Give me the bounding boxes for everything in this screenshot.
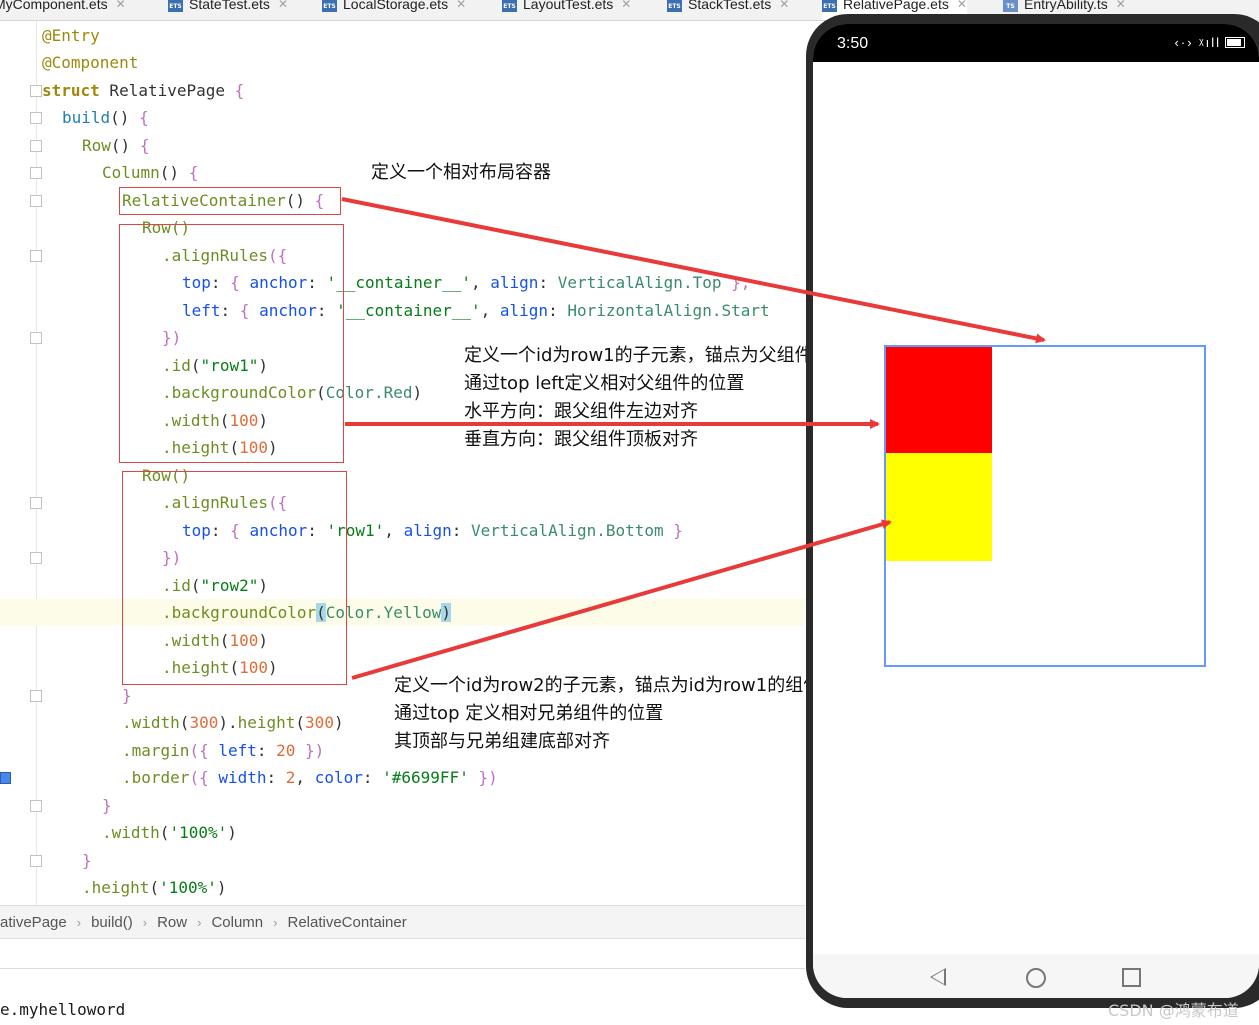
- arrow-to-row2: [351, 519, 892, 680]
- annotation-arrows: [341, 197, 1046, 680]
- arrow-to-container: [341, 197, 1046, 344]
